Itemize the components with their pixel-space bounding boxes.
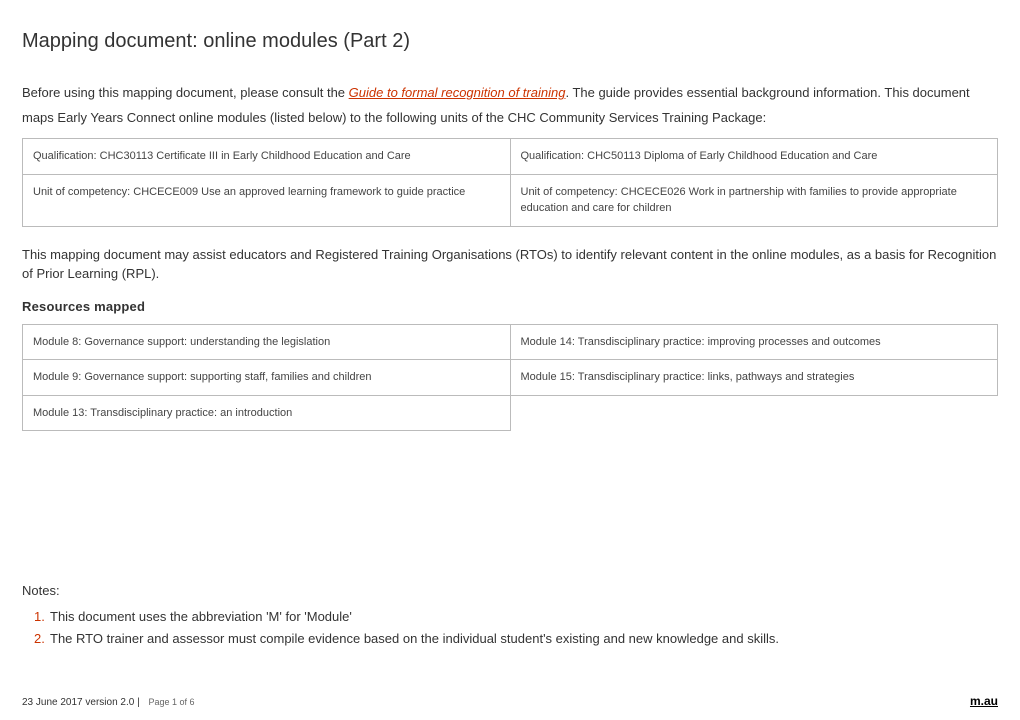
table-row: Qualification: CHC30113 Certificate III … [23,139,998,175]
guide-link[interactable]: Guide to formal recognition of training [349,85,566,100]
list-item: 1.This document uses the abbreviation 'M… [34,606,998,628]
module-cell: Module 13: Transdisciplinary practice: a… [23,395,511,431]
module-cell: Module 14: Transdisciplinary practice: i… [510,324,998,360]
module-cell: Module 15: Transdisciplinary practice: l… [510,360,998,396]
notes-section: Notes: 1.This document uses the abbrevia… [22,583,998,650]
table-row: Unit of competency: CHCECE009 Use an app… [23,174,998,226]
table-row: Module 8: Governance support: understand… [23,324,998,360]
list-number: 2. [34,628,50,650]
table-row: Module 9: Governance support: supporting… [23,360,998,396]
list-item: 2.The RTO trainer and assessor must comp… [34,628,998,650]
resources-heading: Resources mapped [22,299,998,314]
intro-paragraph: Before using this mapping document, plea… [22,81,998,130]
qual-cell: Qualification: CHC50113 Diploma of Early… [510,139,998,175]
note-text: The RTO trainer and assessor must compil… [50,631,779,646]
notes-label: Notes: [22,583,998,598]
module-cell: Module 9: Governance support: supporting… [23,360,511,396]
table-row: Module 13: Transdisciplinary practice: a… [23,395,998,431]
qualification-table: Qualification: CHC30113 Certificate III … [22,138,998,227]
unit-cell: Unit of competency: CHCECE026 Work in pa… [510,174,998,226]
footer: 23 June 2017 version 2.0 | Page 1 of 6 m… [22,694,998,708]
mid-paragraph: This mapping document may assist educato… [22,245,998,284]
resources-table: Module 8: Governance support: understand… [22,324,998,432]
list-number: 1. [34,606,50,628]
qual-cell: Qualification: CHC30113 Certificate III … [23,139,511,175]
page-info: Page 1 of 6 [148,697,194,707]
footer-right: m.au [970,694,998,708]
notes-list: 1.This document uses the abbreviation 'M… [22,606,998,650]
page-title: Mapping document: online modules (Part 2… [22,30,998,53]
date-version: 23 June 2017 version 2.0 [22,697,134,708]
footer-left: 23 June 2017 version 2.0 | Page 1 of 6 [22,697,195,708]
note-text: This document uses the abbreviation 'M' … [50,609,352,624]
footer-divider: | [137,697,142,708]
intro-before-link: Before using this mapping document, plea… [22,85,349,100]
module-cell: Module 8: Governance support: understand… [23,324,511,360]
unit-cell: Unit of competency: CHCECE009 Use an app… [23,174,511,226]
empty-cell [510,395,998,431]
